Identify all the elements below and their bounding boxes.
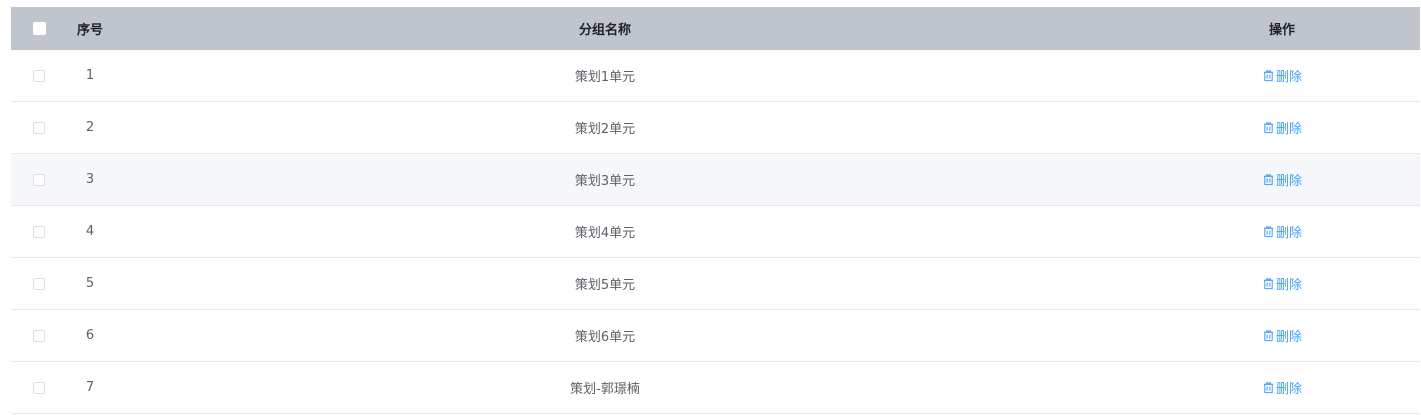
table-body: 1 策划1单元 删除 2 策划2单元 删除 3 策划3单元 删除 4 策划4单元… bbox=[11, 50, 1420, 414]
row-checkbox[interactable] bbox=[33, 69, 45, 82]
row-group-name: 策划2单元 bbox=[574, 122, 636, 137]
header-index: 序号 bbox=[76, 23, 103, 38]
row-group-name: 策划3单元 bbox=[574, 174, 636, 189]
trash-icon bbox=[1263, 70, 1274, 82]
row-checkbox[interactable] bbox=[33, 225, 45, 238]
delete-label: 删除 bbox=[1275, 122, 1302, 137]
row-checkbox-cell bbox=[11, 102, 67, 153]
row-actions-cell: 删除 bbox=[1097, 206, 1421, 257]
group-table: 序号 分组名称 操作 1 策划1单元 删除 2 策划2单元 删除 3 策划3单元… bbox=[11, 7, 1420, 414]
trash-icon bbox=[1263, 330, 1274, 342]
delete-label: 删除 bbox=[1275, 278, 1302, 293]
select-all-checkbox[interactable] bbox=[32, 22, 46, 35]
row-actions-cell: 删除 bbox=[1097, 50, 1421, 101]
row-checkbox-cell bbox=[11, 258, 67, 309]
delete-label: 删除 bbox=[1275, 70, 1302, 85]
row-actions-cell: 删除 bbox=[1097, 102, 1421, 153]
delete-button[interactable]: 删除 bbox=[1262, 66, 1302, 85]
delete-button[interactable]: 删除 bbox=[1262, 378, 1302, 397]
row-checkbox-cell bbox=[11, 154, 67, 205]
row-group-name: 策划5单元 bbox=[574, 278, 636, 293]
header-checkbox-cell bbox=[11, 7, 67, 50]
row-checkbox[interactable] bbox=[33, 329, 45, 342]
header-actions: 操作 bbox=[1268, 23, 1295, 38]
delete-button[interactable]: 删除 bbox=[1262, 326, 1302, 345]
delete-button[interactable]: 删除 bbox=[1262, 222, 1302, 241]
trash-icon bbox=[1263, 382, 1274, 394]
row-index: 1 bbox=[85, 68, 95, 83]
table-row: 5 策划5单元 删除 bbox=[11, 258, 1420, 310]
table-header: 序号 分组名称 操作 bbox=[11, 7, 1420, 50]
table-row: 3 策划3单元 删除 bbox=[11, 154, 1420, 206]
trash-icon bbox=[1263, 122, 1274, 134]
table-row: 7 策划-郭璟楠 删除 bbox=[11, 362, 1420, 414]
row-group-name: 策划-郭璟楠 bbox=[570, 382, 640, 397]
delete-label: 删除 bbox=[1275, 330, 1302, 345]
row-checkbox[interactable] bbox=[33, 277, 45, 290]
row-group-name: 策划6单元 bbox=[574, 330, 636, 345]
row-actions-cell: 删除 bbox=[1097, 154, 1421, 205]
table-row: 2 策划2单元 删除 bbox=[11, 102, 1420, 154]
delete-button[interactable]: 删除 bbox=[1262, 274, 1302, 293]
trash-icon bbox=[1263, 226, 1274, 238]
header-group-name: 分组名称 bbox=[578, 23, 631, 38]
table-row: 1 策划1单元 删除 bbox=[11, 50, 1420, 102]
delete-button[interactable]: 删除 bbox=[1262, 118, 1302, 137]
delete-button[interactable]: 删除 bbox=[1262, 170, 1302, 189]
row-checkbox[interactable] bbox=[33, 381, 45, 394]
delete-label: 删除 bbox=[1275, 226, 1302, 241]
row-index: 2 bbox=[85, 120, 95, 135]
row-index: 6 bbox=[85, 328, 95, 343]
delete-label: 删除 bbox=[1275, 382, 1302, 397]
table-row: 4 策划4单元 删除 bbox=[11, 206, 1420, 258]
row-actions-cell: 删除 bbox=[1097, 310, 1421, 361]
table-row: 6 策划6单元 删除 bbox=[11, 310, 1420, 362]
row-index: 5 bbox=[85, 276, 95, 291]
row-group-name: 策划1单元 bbox=[574, 70, 636, 85]
row-checkbox-cell bbox=[11, 310, 67, 361]
row-actions-cell: 删除 bbox=[1097, 362, 1421, 413]
row-checkbox[interactable] bbox=[33, 173, 45, 186]
row-checkbox-cell bbox=[11, 50, 67, 101]
row-index: 7 bbox=[85, 380, 95, 395]
row-checkbox[interactable] bbox=[33, 121, 45, 134]
row-index: 3 bbox=[85, 172, 95, 187]
trash-icon bbox=[1263, 278, 1274, 290]
row-index: 4 bbox=[85, 224, 95, 239]
row-actions-cell: 删除 bbox=[1097, 258, 1421, 309]
row-checkbox-cell bbox=[11, 206, 67, 257]
delete-label: 删除 bbox=[1275, 174, 1302, 189]
row-checkbox-cell bbox=[11, 362, 67, 413]
trash-icon bbox=[1263, 174, 1274, 186]
row-group-name: 策划4单元 bbox=[574, 226, 636, 241]
